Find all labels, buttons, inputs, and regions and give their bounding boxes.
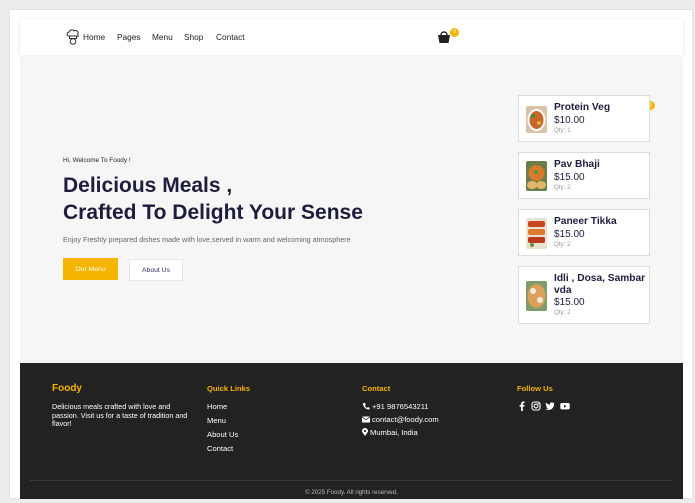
nav-pages[interactable]: Pages bbox=[117, 32, 141, 42]
instagram-icon[interactable] bbox=[531, 401, 541, 411]
follow-us-heading: Follow Us bbox=[517, 384, 553, 393]
footer-description: Delicious meals crafted with love and pa… bbox=[52, 402, 188, 429]
hero-title-line1: Delicious Meals , bbox=[63, 174, 233, 197]
hero-section: Hi, Welcome To Foody ! Delicious Meals ,… bbox=[20, 55, 683, 363]
phone-icon bbox=[362, 403, 370, 410]
cart-item-qty: Qty: 2 bbox=[554, 184, 571, 191]
nav-contact[interactable]: Contact bbox=[216, 32, 245, 42]
twitter-icon[interactable] bbox=[545, 401, 555, 411]
idli-dosa-image bbox=[526, 281, 547, 311]
navbar: Home Pages Menu Shop Contact 0 bbox=[20, 19, 683, 55]
cart-item-qty: Qty: 1 bbox=[554, 127, 571, 134]
cart-item-price: $15.00 bbox=[554, 229, 585, 240]
contact-phone-text: +91 9876543211 bbox=[372, 402, 429, 411]
page-frame: Home Pages Menu Shop Contact 0 Hi, Welco… bbox=[9, 9, 693, 499]
nav-shop[interactable]: Shop bbox=[184, 32, 203, 42]
quick-links-heading: Quick Links bbox=[207, 384, 251, 393]
cart-count-badge: 0 bbox=[450, 28, 459, 37]
cart-item-price: $10.00 bbox=[554, 115, 585, 126]
paneer-tikka-image bbox=[526, 218, 547, 249]
nav-home[interactable]: Home bbox=[83, 32, 105, 42]
hero-greeting: Hi, Welcome To Foody ! bbox=[63, 157, 131, 164]
cart-item-name: Protein Veg bbox=[554, 102, 611, 113]
cart-item-qty: Qty: 2 bbox=[554, 309, 571, 316]
envelope-icon bbox=[361, 416, 371, 423]
about-us-button[interactable]: About Us bbox=[129, 259, 183, 281]
cart-item-name: Idli , Dosa, Sambar vda bbox=[554, 273, 646, 296]
hero-title: Delicious Meals , Crafted To Delight You… bbox=[63, 172, 363, 226]
our-menu-button[interactable]: Our Menu bbox=[63, 258, 118, 280]
cart-item-card[interactable]: Pav Bhaji $15.00 Qty: 2 bbox=[518, 152, 650, 199]
contact-email-text: contact@foody.com bbox=[372, 415, 439, 424]
pav-bhaji-image bbox=[526, 161, 547, 191]
hero-subtitle: Enjoy Freshly prepared dishes made with … bbox=[63, 235, 351, 244]
footer-link-contact[interactable]: Contact bbox=[207, 444, 233, 453]
cart-item-card[interactable]: Paneer Tikka $15.00 Qty: 2 bbox=[518, 209, 650, 256]
footer-brand: Foody bbox=[52, 383, 82, 394]
contact-heading: Contact bbox=[362, 384, 391, 393]
cart-item-qty: Qty: 2 bbox=[554, 241, 571, 248]
contact-location: Mumbai, India bbox=[362, 428, 418, 437]
cart-item-card[interactable]: Idli , Dosa, Sambar vda $15.00 Qty: 2 bbox=[518, 266, 650, 324]
contact-phone: +91 9876543211 bbox=[362, 402, 429, 411]
footer-divider bbox=[30, 480, 673, 481]
facebook-icon[interactable] bbox=[517, 401, 527, 411]
chef-hat-logo-icon[interactable] bbox=[66, 29, 80, 45]
contact-email: contact@foody.com bbox=[361, 415, 439, 424]
nav-menu[interactable]: Menu bbox=[152, 32, 173, 42]
copyright-text: © 2025 Foody. All rights reserved. bbox=[305, 489, 398, 496]
footer-link-home[interactable]: Home bbox=[207, 402, 227, 411]
hero-title-line2: Crafted To Delight Your Sense bbox=[63, 201, 363, 224]
footer-link-about[interactable]: About Us bbox=[207, 430, 238, 439]
cart-item-price: $15.00 bbox=[554, 297, 585, 308]
protein-veg-image bbox=[526, 106, 547, 133]
cart-item-name: Paneer Tikka bbox=[554, 216, 617, 227]
footer: Foody Delicious meals crafted with love … bbox=[20, 363, 683, 499]
youtube-icon[interactable] bbox=[560, 401, 570, 411]
location-pin-icon bbox=[362, 428, 368, 436]
cart-item-price: $15.00 bbox=[554, 172, 585, 183]
cart-item-card[interactable]: Protein Veg $10.00 Qty: 1 bbox=[518, 95, 650, 142]
cart-item-name: Pav Bhaji bbox=[554, 159, 600, 170]
footer-link-menu[interactable]: Menu bbox=[207, 416, 226, 425]
contact-location-text: Mumbai, India bbox=[370, 428, 418, 437]
